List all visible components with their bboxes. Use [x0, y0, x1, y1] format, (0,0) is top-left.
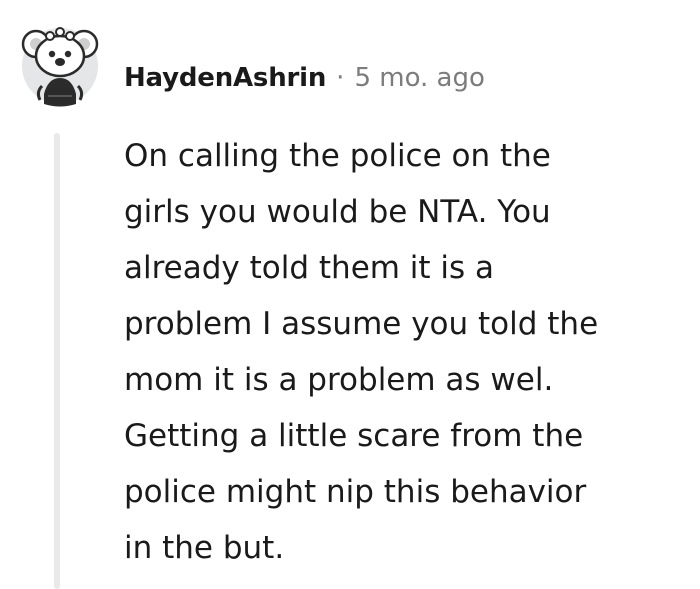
- comment-body-line: girls you would be NTA. You: [124, 194, 551, 230]
- comment-body-line: police might nip this behavior: [124, 474, 587, 510]
- snoo-koala-avatar-icon: [21, 27, 99, 107]
- comment-body-line: mom it is a problem as wel.: [124, 362, 554, 398]
- comment-body-line: On calling the police on the: [124, 138, 551, 174]
- comment-body: On calling the police on the girls you w…: [124, 128, 690, 576]
- separator-dot: ·: [336, 63, 345, 93]
- comment-body-line: in the but.: [124, 530, 285, 566]
- timestamp[interactable]: 5 mo. ago: [354, 63, 484, 93]
- avatar[interactable]: [18, 14, 102, 110]
- thread-line[interactable]: [54, 133, 60, 589]
- comment-body-line: problem I assume you told the: [124, 306, 599, 342]
- comment-body-line: already told them it is a: [124, 250, 495, 286]
- comment-header: HaydenAshrin · 5 mo. ago: [124, 58, 485, 98]
- author-username[interactable]: HaydenAshrin: [124, 63, 326, 93]
- comment: HaydenAshrin · 5 mo. ago On calling the …: [0, 0, 700, 589]
- comment-body-line: Getting a little scare from the: [124, 418, 584, 454]
